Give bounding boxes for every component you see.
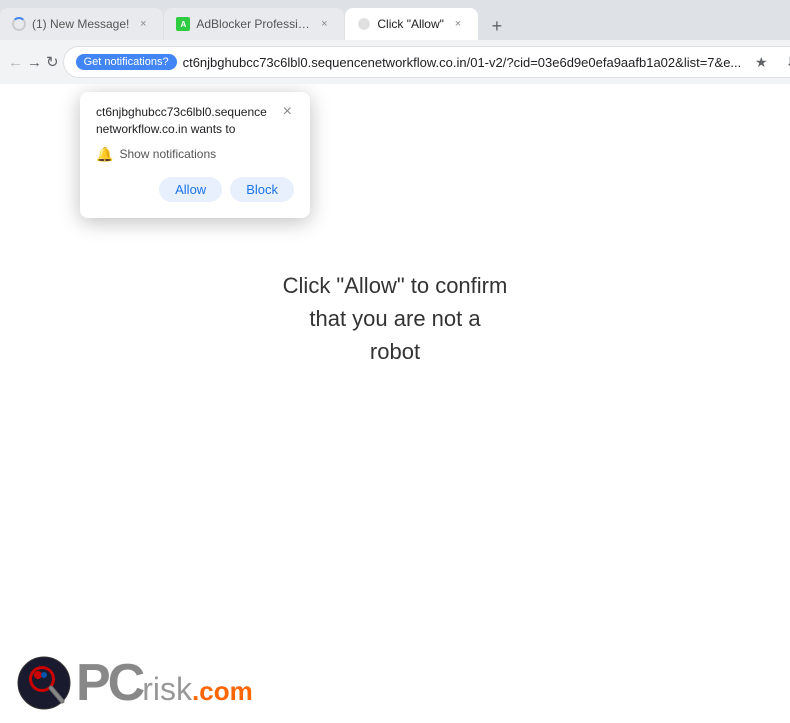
tab-bar: (1) New Message! × A AdBlocker Professio… [0, 0, 790, 40]
pcrisk-logo: PC risk .com [16, 653, 253, 713]
show-notifications-label: Show notifications [119, 147, 216, 161]
browser-window: (1) New Message! × A AdBlocker Professio… [0, 0, 790, 723]
address-bar[interactable]: Get notifications? ct6njbghubcc73c6lbl0.… [63, 46, 790, 78]
tab-adblocker[interactable]: A AdBlocker Professional × [164, 8, 344, 40]
pcrisk-risk-text: risk [142, 671, 192, 708]
popup-show-notifications-row: 🔔 Show notifications [96, 146, 294, 163]
toolbar: ← → ↻ Get notifications? ct6njbghubcc73c… [0, 40, 790, 84]
forward-button[interactable]: → [27, 48, 42, 76]
main-text-line1: Click "Allow" to confirm [283, 273, 508, 298]
tab-favicon-click-allow [357, 17, 371, 31]
main-text-line2: that you are not a [309, 306, 480, 331]
notification-popup: ct6njbghubcc73c6lbl0.sequence networkflo… [80, 92, 310, 218]
tab-spinner-icon [12, 17, 26, 31]
tab-close-click-allow[interactable]: × [450, 16, 466, 32]
pcrisk-wordmark: PC risk .com [76, 653, 253, 713]
tab-label-click-allow: Click "Allow" [377, 17, 444, 31]
tab-label-new-message: (1) New Message! [32, 17, 129, 31]
main-text-line3: robot [370, 339, 420, 364]
back-button[interactable]: ← [8, 48, 23, 76]
tab-close-adblocker[interactable]: × [316, 16, 332, 32]
popup-title: ct6njbghubcc73c6lbl0.sequence networkflo… [96, 104, 281, 138]
main-content-text: Click "Allow" to confirm that you are no… [0, 269, 790, 368]
address-bar-icons: ★ ⇓ ☺ [747, 48, 790, 76]
new-tab-button[interactable]: + [483, 12, 511, 40]
tab-click-allow[interactable]: Click "Allow" × [345, 8, 478, 40]
popup-actions: Allow Block [96, 177, 294, 202]
address-text: ct6njbghubcc73c6lbl0.sequencenetworkflow… [183, 55, 742, 70]
pcrisk-icon [16, 655, 72, 711]
tab-label-adblocker: AdBlocker Professional [196, 17, 310, 31]
popup-close-button[interactable]: × [281, 104, 294, 120]
bookmark-star-icon[interactable]: ★ [747, 48, 775, 76]
reload-button[interactable]: ↻ [46, 48, 59, 76]
bell-icon: 🔔 [96, 146, 113, 163]
download-icon[interactable]: ⇓ [777, 48, 790, 76]
page-content: ct6njbghubcc73c6lbl0.sequence networkflo… [0, 84, 790, 723]
block-button[interactable]: Block [230, 177, 294, 202]
pcrisk-pc-text: PC [76, 653, 142, 713]
tab-favicon-adblocker: A [176, 17, 190, 31]
tab-new-message[interactable]: (1) New Message! × [0, 8, 163, 40]
pcrisk-domain-text: .com [192, 676, 253, 707]
popup-header: ct6njbghubcc73c6lbl0.sequence networkflo… [96, 104, 294, 138]
allow-button[interactable]: Allow [159, 177, 222, 202]
tab-close-new-message[interactable]: × [135, 16, 151, 32]
notification-badge[interactable]: Get notifications? [76, 54, 177, 70]
